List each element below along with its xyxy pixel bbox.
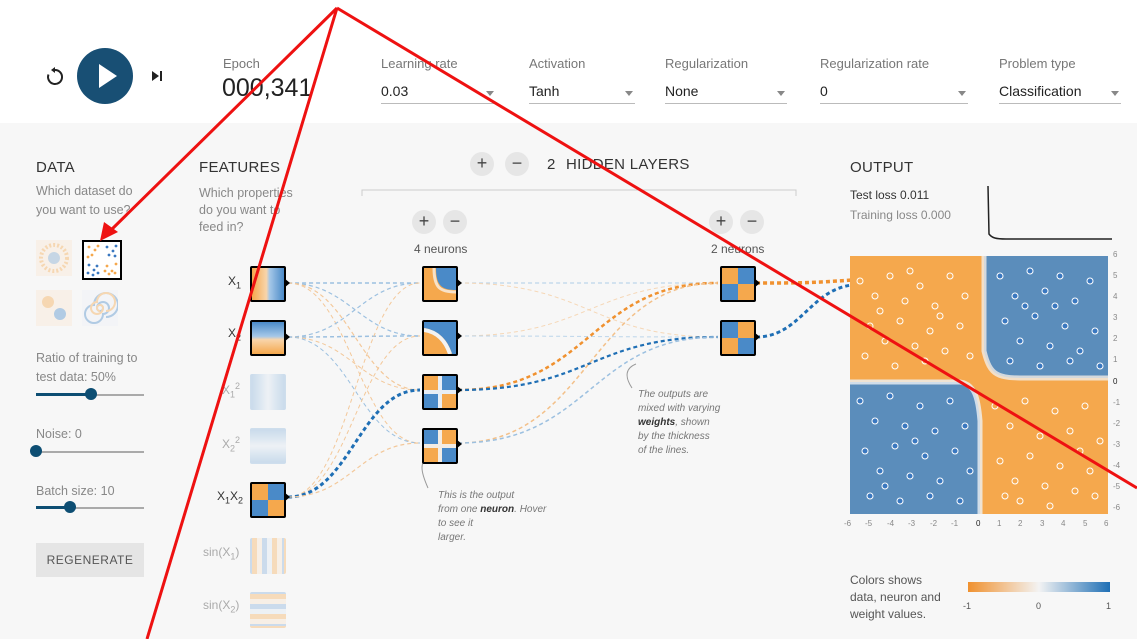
y-tick: -6 <box>1113 503 1121 512</box>
weight-line <box>287 282 421 498</box>
neuron-l2-1[interactable] <box>720 266 756 302</box>
x-tick: -5 <box>865 519 873 528</box>
neuron-note-line-2: from one <box>438 504 481 515</box>
remove-layer-button[interactable]: − <box>505 152 529 176</box>
x-tick: 6 <box>1104 519 1109 528</box>
neuron-note-line-4: larger. <box>438 532 466 543</box>
color-legend-bar <box>968 582 1110 592</box>
weights-annotation: The outputs are mixed with varying weigh… <box>638 388 748 458</box>
neuron-l1-1[interactable] <box>422 266 458 302</box>
feature-node-x1x2[interactable] <box>250 482 286 518</box>
node-output-arrow <box>284 332 290 342</box>
feature-node-x1[interactable] <box>250 266 286 302</box>
y-tick: -4 <box>1113 461 1121 470</box>
x-tick: -4 <box>887 519 895 528</box>
weight-line <box>457 335 719 392</box>
add-layer-button[interactable]: + <box>470 152 494 176</box>
legend-min: -1 <box>963 601 972 611</box>
node-output-arrow <box>754 278 760 288</box>
feature-node-x1-squared[interactable] <box>250 374 286 410</box>
feature-node-x2[interactable] <box>250 320 286 356</box>
weight-line <box>287 336 421 391</box>
neuron-l1-2[interactable] <box>422 320 458 356</box>
x-tick: 5 <box>1083 519 1088 528</box>
layer2-neuron-count: 2 neurons <box>711 242 765 256</box>
weights-note-line-3: , shown <box>675 417 710 428</box>
node-output-arrow <box>456 331 462 341</box>
node-output-arrow <box>456 385 462 395</box>
weights-note-bold: weights <box>638 417 676 428</box>
feature-node-sin-x1[interactable] <box>250 538 286 574</box>
y-tick: 2 <box>1113 334 1118 343</box>
neuron-l2-2[interactable] <box>720 320 756 356</box>
x-tick: 3 <box>1040 519 1045 528</box>
weight-line <box>287 335 421 338</box>
x-tick: -2 <box>930 519 938 528</box>
weight-line <box>287 336 421 444</box>
feature-node-x2-squared[interactable] <box>250 428 286 464</box>
y-tick: 0 <box>1113 377 1118 386</box>
loss-chart <box>987 186 1112 240</box>
add-neuron-layer1-button[interactable]: + <box>412 210 436 234</box>
test-loss: Test loss 0.011 <box>850 188 930 202</box>
hidden-layers-bracket <box>361 189 797 196</box>
y-tick: 1 <box>1113 355 1118 364</box>
weights-note-line-2: mixed with varying <box>638 403 721 414</box>
weights-note-line-5: of the lines. <box>638 445 690 456</box>
legend-line-3: weight values. <box>850 607 927 621</box>
neuron-note-line-1: This is the output <box>438 490 515 501</box>
weight-line <box>287 282 421 337</box>
y-tick: 5 <box>1113 271 1118 280</box>
feature-node-sin-x2[interactable] <box>250 592 286 628</box>
y-tick: 6 <box>1113 250 1118 259</box>
y-tick: 4 <box>1113 292 1118 301</box>
layer1-neuron-count: 4 neurons <box>414 242 468 256</box>
legend-max: 1 <box>1106 601 1112 611</box>
x-tick: -3 <box>908 519 916 528</box>
weights-note-line-4: by the thickness <box>638 431 710 442</box>
x-tick: -1 <box>951 519 959 528</box>
y-tick: -3 <box>1113 440 1121 449</box>
neuron-l1-4[interactable] <box>422 428 458 464</box>
weight-line <box>287 388 421 499</box>
neuron-note-bold: neuron <box>480 504 515 515</box>
weights-note-line-1: The outputs are <box>638 389 709 400</box>
remove-neuron-layer1-button[interactable]: − <box>443 210 467 234</box>
legend-mid: 0 <box>1036 601 1042 611</box>
training-loss: Training loss 0.000 <box>850 208 951 222</box>
output-title: OUTPUT <box>850 159 914 176</box>
x-tick: 4 <box>1061 519 1066 528</box>
x-tick: 2 <box>1018 519 1023 528</box>
legend-line-2: data, neuron and <box>850 590 941 604</box>
neuron-annotation: This is the output from one neuron. Hove… <box>438 489 548 545</box>
add-neuron-layer2-button[interactable]: + <box>709 210 733 234</box>
heatmap-x-ticks: -6 -5 -4 -3 -2 -1 0 1 2 3 4 5 6 <box>844 519 1114 531</box>
x-tick: 0 <box>976 519 981 528</box>
y-tick: -1 <box>1113 398 1121 407</box>
weights-note-arrow <box>626 363 637 389</box>
weight-line <box>457 335 719 338</box>
x-tick: 1 <box>997 519 1002 528</box>
node-output-arrow <box>284 492 290 502</box>
neuron-l1-3[interactable] <box>422 374 458 410</box>
hidden-layers-title: HIDDEN LAYERS <box>566 156 690 173</box>
y-tick: -5 <box>1113 482 1121 491</box>
hidden-layers-count: 2 <box>547 156 556 173</box>
node-output-arrow <box>456 439 462 449</box>
legend-line-1: Colors shows <box>850 573 923 587</box>
y-tick: 3 <box>1113 313 1118 322</box>
output-heatmap[interactable] <box>850 256 1108 514</box>
x-tick: -6 <box>844 519 852 528</box>
weight-line <box>755 283 853 339</box>
color-legend-text: Colors shows data, neuron and weight val… <box>850 572 941 623</box>
node-output-arrow <box>284 278 290 288</box>
y-tick: -2 <box>1113 419 1121 428</box>
node-output-arrow <box>456 278 462 288</box>
remove-neuron-layer2-button[interactable]: − <box>740 210 764 234</box>
weight-line <box>755 278 853 285</box>
node-output-arrow <box>754 332 760 342</box>
